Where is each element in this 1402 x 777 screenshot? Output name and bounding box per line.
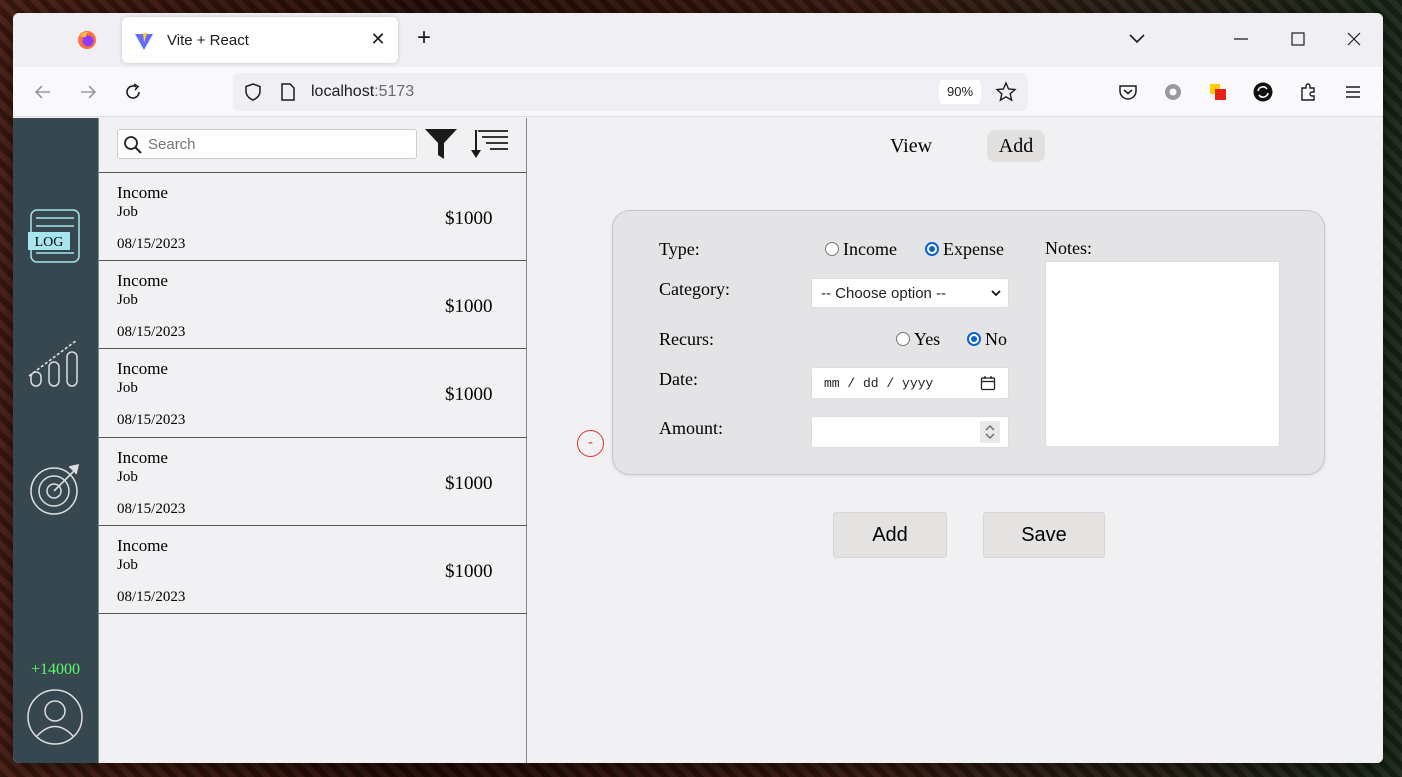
type-label: Type:: [659, 239, 700, 259]
close-window-icon[interactable]: [1342, 27, 1366, 51]
add-button[interactable]: Add: [833, 512, 947, 558]
extension-color-icon[interactable]: [1207, 81, 1229, 103]
vite-icon: [135, 33, 153, 50]
amount-input[interactable]: [811, 416, 1009, 448]
item-amount: $1000: [445, 560, 493, 582]
type-income-label: Income: [843, 239, 897, 259]
tab-bar: Vite + React ✕ +: [13, 13, 1383, 67]
zoom-indicator[interactable]: 90%: [939, 80, 981, 104]
pocket-icon[interactable]: [1117, 81, 1139, 103]
item-category: Job: [117, 468, 138, 485]
reload-icon[interactable]: [122, 81, 144, 103]
date-label: Date:: [659, 369, 698, 389]
log-icon[interactable]: LOG: [27, 208, 83, 264]
list-item[interactable]: Income Job 08/15/2023 $1000: [99, 349, 527, 438]
sync-extension-icon[interactable]: [1252, 81, 1274, 103]
new-tab-button[interactable]: +: [413, 26, 435, 50]
item-category: Job: [117, 556, 138, 573]
list-item[interactable]: Income Job 08/15/2023 $1000: [99, 438, 527, 526]
maximize-icon[interactable]: [1286, 27, 1310, 51]
recurs-yes-radio[interactable]: [896, 332, 910, 346]
item-amount: $1000: [445, 384, 493, 406]
item-category: Job: [117, 380, 138, 397]
target-goal-icon[interactable]: [27, 461, 83, 517]
item-amount: $1000: [445, 296, 493, 318]
chevron-down-icon[interactable]: [1126, 27, 1148, 49]
item-amount: $1000: [445, 208, 493, 229]
item-date: 08/15/2023: [117, 588, 186, 605]
search-icon: [124, 136, 142, 154]
list-item[interactable]: Income Job 08/15/2023 $1000: [99, 526, 527, 614]
category-select-value: -- Choose option --: [821, 285, 947, 302]
item-type: Income: [117, 271, 168, 291]
list-item[interactable]: Income Job 08/15/2023 $1000: [99, 261, 527, 350]
recurs-no-radio[interactable]: [967, 332, 981, 346]
type-expense-radio[interactable]: [925, 242, 939, 256]
sort-icon[interactable]: [470, 128, 510, 160]
page-content: LOG +14000 Search Income Job 08/15/2023 …: [13, 118, 1383, 763]
date-input-placeholder: mm / dd / yyyy: [824, 376, 934, 391]
item-amount: $1000: [445, 472, 493, 494]
recurs-yes-label: Yes: [914, 329, 941, 349]
minimize-icon[interactable]: [1229, 27, 1253, 51]
recurs-no-label: No: [985, 329, 1007, 349]
recurs-label: Recurs:: [659, 329, 714, 349]
notes-label: Notes:: [1045, 238, 1092, 258]
category-select[interactable]: -- Choose option --: [811, 278, 1009, 308]
close-tab-icon[interactable]: ✕: [368, 29, 388, 49]
chevron-down-icon: [991, 290, 1001, 297]
transaction-list: Income Job 08/15/2023 $1000 Income Job 0…: [99, 172, 527, 614]
balance-total: +14000: [30, 661, 81, 678]
category-label: Category:: [659, 279, 730, 299]
address-bar[interactable]: localhost:5173 90%: [233, 73, 1028, 111]
tab-view[interactable]: View: [877, 130, 945, 162]
firefox-icon[interactable]: [77, 30, 97, 50]
transaction-form: Type: Income Expense Category: -- Choose…: [612, 210, 1325, 475]
tab-active[interactable]: Vite + React ✕: [122, 17, 398, 63]
item-category: Job: [117, 204, 138, 220]
item-date: 08/15/2023: [117, 412, 186, 429]
spinner-arrows-icon[interactable]: [980, 421, 1000, 443]
sidebar: LOG +14000: [13, 118, 98, 763]
list-item[interactable]: Income Job 08/15/2023 $1000: [99, 173, 527, 262]
transaction-list-pane: Income Job 08/15/2023 $1000 Income Job 0…: [98, 118, 527, 763]
main-pane: View Add - Type: Income Expense Category…: [527, 118, 1383, 763]
user-avatar-icon[interactable]: [27, 689, 83, 745]
amount-label: Amount:: [659, 418, 724, 438]
type-expense-label: Expense: [943, 239, 1004, 259]
extension-gear-icon[interactable]: [1162, 81, 1184, 103]
item-date: 08/15/2023: [117, 324, 186, 341]
search-box[interactable]: [117, 129, 417, 159]
url-text: localhost:5173: [311, 83, 415, 100]
item-type: Income: [117, 535, 168, 555]
item-type: Income: [117, 359, 168, 379]
log-label: LOG: [35, 235, 64, 250]
filter-icon[interactable]: [424, 128, 458, 160]
page-icon[interactable]: [279, 82, 297, 102]
item-category: Job: [117, 292, 138, 309]
type-income-radio[interactable]: [825, 242, 839, 256]
item-date: 08/15/2023: [117, 500, 186, 517]
extensions-puzzle-icon[interactable]: [1297, 81, 1319, 103]
tab-title: Vite + React: [167, 32, 249, 49]
item-date: 08/15/2023: [117, 236, 186, 252]
navigation-bar: localhost:5173 90%: [13, 67, 1383, 117]
remove-entry-button[interactable]: -: [577, 430, 604, 457]
tab-add[interactable]: Add: [987, 130, 1045, 162]
date-input[interactable]: mm / dd / yyyy: [811, 367, 1009, 399]
item-type: Income: [117, 447, 168, 467]
calendar-icon[interactable]: [980, 375, 996, 391]
search-input[interactable]: [148, 133, 408, 155]
menu-hamburger-icon[interactable]: [1342, 81, 1364, 103]
browser-window: Vite + React ✕ + localhost:5173 90% LOG …: [13, 13, 1383, 763]
bookmark-star-icon[interactable]: [995, 81, 1017, 103]
forward-arrow-icon[interactable]: [77, 81, 99, 103]
chart-bars-icon[interactable]: [27, 336, 83, 392]
shield-icon[interactable]: [243, 82, 263, 102]
item-type: Income: [117, 183, 168, 202]
back-arrow-icon[interactable]: [32, 81, 54, 103]
notes-textarea[interactable]: [1045, 261, 1280, 447]
save-button[interactable]: Save: [983, 512, 1105, 558]
